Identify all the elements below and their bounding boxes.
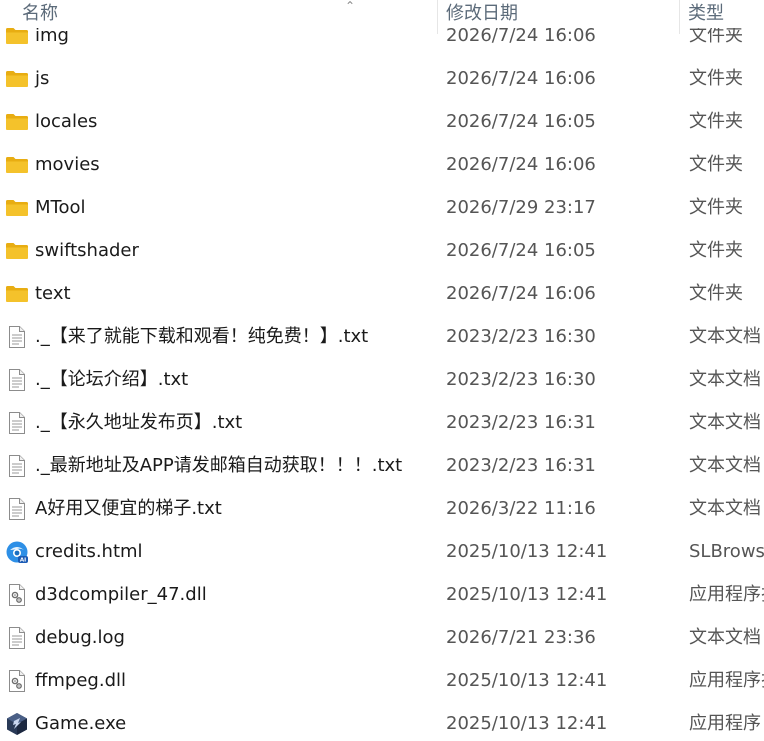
text-file-icon (5, 454, 29, 478)
file-row[interactable]: debug.log 2026/7/21 23:36 文本文档 (0, 616, 764, 659)
file-date-modified: 2026/7/24 16:06 (446, 154, 596, 175)
column-divider-name[interactable] (437, 0, 438, 34)
text-file-icon (5, 325, 29, 349)
file-name: d3dcompiler_47.dll (35, 584, 207, 605)
file-type: 文本文档 (689, 326, 761, 347)
file-name: ._【论坛介绍】.txt (35, 369, 189, 390)
text-file-icon (5, 497, 29, 521)
file-name: ._【来了就能下载和观看！纯免费！】.txt (35, 326, 369, 347)
folder-row[interactable]: swiftshader 2026/7/24 16:05 文件夹 (0, 229, 764, 272)
folder-row[interactable]: text 2026/7/24 16:06 文件夹 (0, 272, 764, 315)
column-divider-date[interactable] (679, 0, 680, 34)
file-date-modified: 2025/10/13 12:41 (446, 670, 608, 691)
file-type: 应用程序扩展 (689, 670, 764, 691)
file-date-modified: 2023/2/23 16:31 (446, 455, 596, 476)
file-name: MTool (35, 197, 86, 218)
file-date-modified: 2025/10/13 12:41 (446, 541, 608, 562)
file-name: js (35, 68, 50, 89)
folder-row[interactable]: locales 2026/7/24 16:05 文件夹 (0, 100, 764, 143)
file-name: credits.html (35, 541, 143, 562)
column-header-date-modified[interactable]: 修改日期 (446, 0, 674, 28)
file-name: swiftshader (35, 240, 139, 261)
file-explorer-details-view: ⌃ 名称 修改日期 类型 img 2026/7/24 16:06 文件夹 js 2026… (0, 0, 764, 741)
column-header-name[interactable]: 名称 (22, 0, 432, 28)
folder-icon (5, 239, 29, 263)
file-date-modified: 2025/10/13 12:41 (446, 584, 608, 605)
file-type: 文件夹 (689, 240, 743, 261)
file-name: ._【永久地址发布页】.txt (35, 412, 243, 433)
file-type: 文件夹 (689, 154, 743, 175)
file-date-modified: 2026/3/22 11:16 (446, 498, 596, 519)
folder-row[interactable]: movies 2026/7/24 16:06 文件夹 (0, 143, 764, 186)
file-name: locales (35, 111, 98, 132)
file-name: Game.exe (35, 713, 127, 734)
file-date-modified: 2023/2/23 16:30 (446, 369, 596, 390)
file-row[interactable]: A好用又便宜的梯子.txt 2026/3/22 11:16 文本文档 (0, 487, 764, 530)
file-row[interactable]: ._【论坛介绍】.txt 2023/2/23 16:30 文本文档 (0, 358, 764, 401)
file-row[interactable]: d3dcompiler_47.dll 2025/10/13 12:41 应用程序扩展 (0, 573, 764, 616)
file-type: 应用程序 (689, 713, 761, 734)
folder-icon (5, 153, 29, 177)
file-row[interactable]: AI credits.html 2025/10/13 12:41 SLBrowser (0, 530, 764, 573)
folder-icon (5, 282, 29, 306)
text-file-icon (5, 411, 29, 435)
file-date-modified: 2026/7/29 23:17 (446, 197, 596, 218)
file-name: A好用又便宜的梯子.txt (35, 498, 222, 519)
file-date-modified: 2023/2/23 16:31 (446, 412, 596, 433)
file-date-modified: 2023/2/23 16:30 (446, 326, 596, 347)
file-type: 文件夹 (689, 111, 743, 132)
file-list: img 2026/7/24 16:06 文件夹 js 2026/7/24 16:06 文件… (0, 14, 764, 741)
file-type: 文件夹 (689, 68, 743, 89)
dll-file-icon (5, 583, 29, 607)
file-type: 文本文档 (689, 498, 761, 519)
file-name: movies (35, 154, 100, 175)
folder-icon (5, 196, 29, 220)
file-row[interactable]: ._【永久地址发布页】.txt 2023/2/23 16:31 文本文档 (0, 401, 764, 444)
game-exe-icon (5, 712, 29, 736)
file-name: text (35, 283, 71, 304)
file-name: debug.log (35, 627, 125, 648)
folder-row[interactable]: js 2026/7/24 16:06 文件夹 (0, 57, 764, 100)
column-header-bar: ⌃ 名称 修改日期 类型 (0, 0, 764, 34)
file-name: ._最新地址及APP请发邮箱自动获取！！！.txt (35, 455, 403, 476)
file-date-modified: 2026/7/24 16:06 (446, 283, 596, 304)
file-row[interactable]: ffmpeg.dll 2025/10/13 12:41 应用程序扩展 (0, 659, 764, 702)
file-row[interactable]: ._最新地址及APP请发邮箱自动获取！！！.txt 2023/2/23 16:31… (0, 444, 764, 487)
file-date-modified: 2026/7/24 16:06 (446, 68, 596, 89)
file-type: 文本文档 (689, 412, 761, 433)
file-type: 文本文档 (689, 369, 761, 390)
file-name: ffmpeg.dll (35, 670, 127, 691)
file-type: SLBrowser (689, 541, 764, 562)
file-date-modified: 2026/7/24 16:05 (446, 111, 596, 132)
dll-file-icon (5, 669, 29, 693)
file-row[interactable]: Game.exe 2025/10/13 12:41 应用程序 (0, 702, 764, 741)
file-type: 文本文档 (689, 455, 761, 476)
file-row[interactable]: ._【来了就能下载和观看！纯免费！】.txt 2023/2/23 16:30 文本文… (0, 315, 764, 358)
file-date-modified: 2026/7/21 23:36 (446, 627, 596, 648)
file-date-modified: 2026/7/24 16:05 (446, 240, 596, 261)
svg-text:AI: AI (20, 558, 26, 564)
file-type: 应用程序扩展 (689, 584, 764, 605)
folder-icon (5, 110, 29, 134)
file-type: 文本文档 (689, 627, 761, 648)
text-file-icon (5, 626, 29, 650)
folder-icon (5, 67, 29, 91)
folder-row[interactable]: MTool 2026/7/29 23:17 文件夹 (0, 186, 764, 229)
file-date-modified: 2025/10/13 12:41 (446, 713, 608, 734)
column-header-type[interactable]: 类型 (688, 0, 764, 28)
file-type: 文件夹 (689, 283, 743, 304)
text-file-icon (5, 368, 29, 392)
slbrowser-html-icon: AI (5, 540, 29, 564)
file-type: 文件夹 (689, 197, 743, 218)
